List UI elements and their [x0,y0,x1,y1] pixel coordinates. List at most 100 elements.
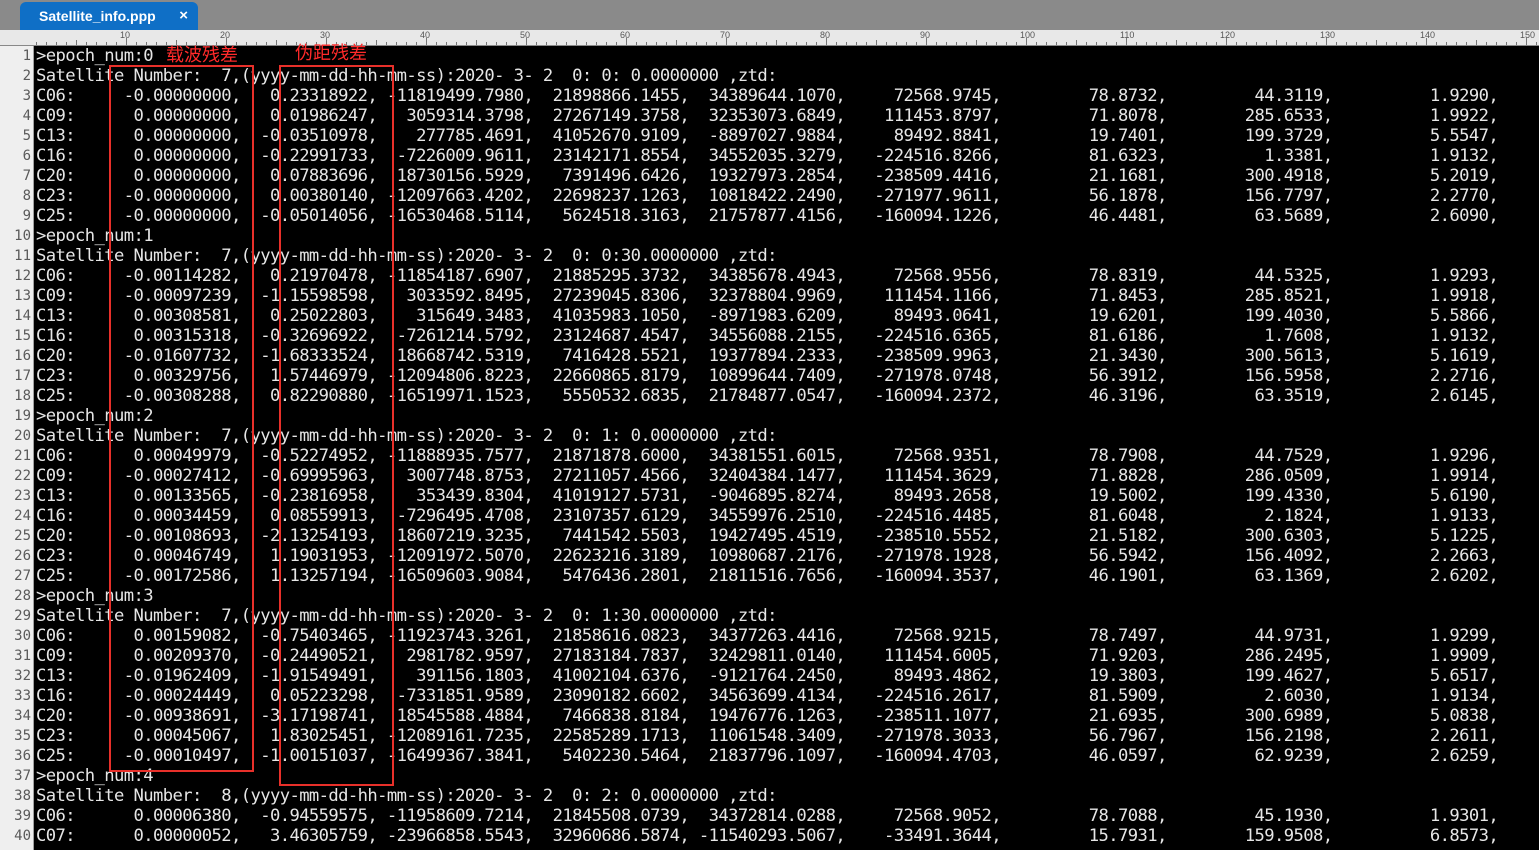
code-line[interactable]: C09: -0.00027412, -0.69995963, 3007748.8… [36,466,1499,486]
ruler-tick [936,42,937,45]
code-line[interactable]: C06: -0.00114282, 0.21970478, -11854187.… [36,266,1499,286]
code-line[interactable]: >epoch_num:0 [36,46,154,66]
ruler-tick [1056,42,1057,45]
ruler-tick [136,42,137,45]
ruler-tick [676,40,677,45]
code-line[interactable]: C09: 0.00209370, -0.24490521, 2981782.95… [36,646,1499,666]
line-number: 36 [14,748,31,764]
ruler-label: 150 [1520,30,1536,40]
code-line[interactable]: C23: 0.00045067, 1.83025451, -12089161.7… [36,726,1499,746]
ruler-tick [836,42,837,45]
code-line[interactable]: C13: 0.00133565, -0.23816958, 353439.830… [36,486,1499,506]
line-number: 33 [14,688,31,704]
ruler-tick [896,42,897,45]
code-line[interactable]: C20: 0.00000000, 0.07883696, 18730156.59… [36,166,1499,186]
line-number: 21 [14,448,31,464]
ruler-tick [546,42,547,45]
ruler-tick [406,42,407,45]
ruler-tick [1236,42,1237,45]
ruler-label: 60 [620,30,631,40]
line-number: 18 [14,388,31,404]
tab-satellite-info[interactable]: Satellite_info.ppp × [20,2,198,30]
code-line[interactable]: C09: -0.00097239, -1.15598598, 3033592.8… [36,286,1499,306]
ruler-tick [156,42,157,45]
ruler-tick [376,40,377,45]
code-line[interactable]: C13: 0.00000000, -0.03510978, 277785.469… [36,126,1499,146]
ruler-label: 70 [720,30,731,40]
code-line[interactable]: C09: 0.00000000, 0.01986247, 3059314.379… [36,106,1499,126]
line-number: 27 [14,568,31,584]
ruler-tick [1156,42,1157,45]
ruler-tick [666,42,667,45]
code-line[interactable]: C20: -0.00938691, -3.17198741, 18545588.… [36,706,1499,726]
code-line[interactable]: C20: -0.00108693, -2.13254193, 18607219.… [36,526,1499,546]
code-line[interactable]: C25: -0.00308288, 0.82290880, -16519971.… [36,386,1499,406]
code-line[interactable]: C16: -0.00024449, 0.05223298, -7331851.9… [36,686,1499,706]
ruler-tick [76,40,77,45]
ruler-tick [66,42,67,45]
ruler-tick [496,42,497,45]
ruler-tick [996,42,997,45]
ruler-tick [86,42,87,45]
code-line[interactable]: C23: 0.00329756, 1.57446979, -12094806.8… [36,366,1499,386]
code-line[interactable]: C13: 0.00308581, 0.25022803, 315649.3483… [36,306,1499,326]
ruler-tick [1496,42,1497,45]
ruler-tick [736,42,737,45]
text-editor[interactable]: >epoch_num:0 Satellite Number: 7,(yyyy-mm… [36,46,1539,850]
code-line[interactable]: Satellite Number: 8,(yyyy-mm-dd-hh-mm-ss… [36,786,777,806]
code-line[interactable]: C06: 0.00049979, -0.52274952, -11888935.… [36,446,1499,466]
ruler-label: 120 [1220,30,1236,40]
line-number: 2 [22,68,31,84]
line-number: 19 [14,408,31,424]
code-line[interactable]: C06: 0.00159082, -0.75403465, -11923743.… [36,626,1499,646]
ruler-tick [1176,40,1177,45]
code-line[interactable]: C23: -0.00000000, 0.00380140, -12097663.… [36,186,1499,206]
code-line[interactable]: C16: 0.00034459, 0.08559913, -7296495.47… [36,506,1499,526]
line-number: 20 [14,428,31,444]
code-line[interactable]: C07: 0.00000052, 3.46305759, -23966858.5… [36,826,1499,846]
ruler-tick [786,42,787,45]
line-number: 30 [14,628,31,644]
ruler-tick [1036,42,1037,45]
ruler-label: 100 [1020,30,1036,40]
ruler-tick [686,42,687,45]
ruler-label: 130 [1320,30,1336,40]
code-line[interactable]: C25: -0.00000000, -0.05014056, -16530468… [36,206,1499,226]
ruler-tick [576,40,577,45]
code-line[interactable]: C16: 0.00000000, -0.22991733, -7226009.9… [36,146,1499,166]
code-line[interactable]: C13: -0.01962409, -1.91549491, 391156.18… [36,666,1499,686]
ruler-tick [766,42,767,45]
line-number: 34 [14,708,31,724]
ruler-tick [246,42,247,45]
code-line[interactable]: C20: -0.01607732, -1.68333524, 18668742.… [36,346,1499,366]
code-line[interactable]: C25: -0.00010497, -1.00151037, -16499367… [36,746,1499,766]
ruler-tick [1276,40,1277,45]
line-number: 24 [14,508,31,524]
ruler-tick [1346,42,1347,45]
line-number: 1 [22,48,31,64]
line-number: 3 [22,88,31,104]
ruler-tick [866,42,867,45]
ruler-label: 10 [120,30,131,40]
code-line[interactable]: C06: -0.00000000, 0.23318922, -11819499.… [36,86,1499,106]
ruler-tick [36,42,37,45]
line-number: 11 [14,248,31,264]
ruler-tick [706,42,707,45]
ruler-label: 140 [1420,30,1436,40]
code-line[interactable]: C23: 0.00046749, 1.19031953, -12091972.5… [36,546,1499,566]
code-line[interactable]: C06: 0.00006380, -0.94559575, -11958609.… [36,806,1499,826]
ruler-tick [696,42,697,45]
code-line[interactable]: C16: 0.00315318, -0.32696922, -7261214.5… [36,326,1499,346]
code-line[interactable]: C25: -0.00172586, 1.13257194, -16509603.… [36,566,1499,586]
line-number: 26 [14,548,31,564]
ruler-tick [1016,42,1017,45]
line-number: 12 [14,268,31,284]
ruler-tick [1476,40,1477,45]
ruler-tick [1096,42,1097,45]
line-number: 10 [14,228,31,244]
ruler-tick [1356,42,1357,45]
ruler-tick [446,42,447,45]
close-icon[interactable]: × [179,7,188,24]
ruler-tick [566,42,567,45]
line-number-gutter: 1 2 3 4 5 6 7 8 9 10 11 12 13 14 15 16 17 18 19 20 21 22 23 24 2… [0,46,34,850]
